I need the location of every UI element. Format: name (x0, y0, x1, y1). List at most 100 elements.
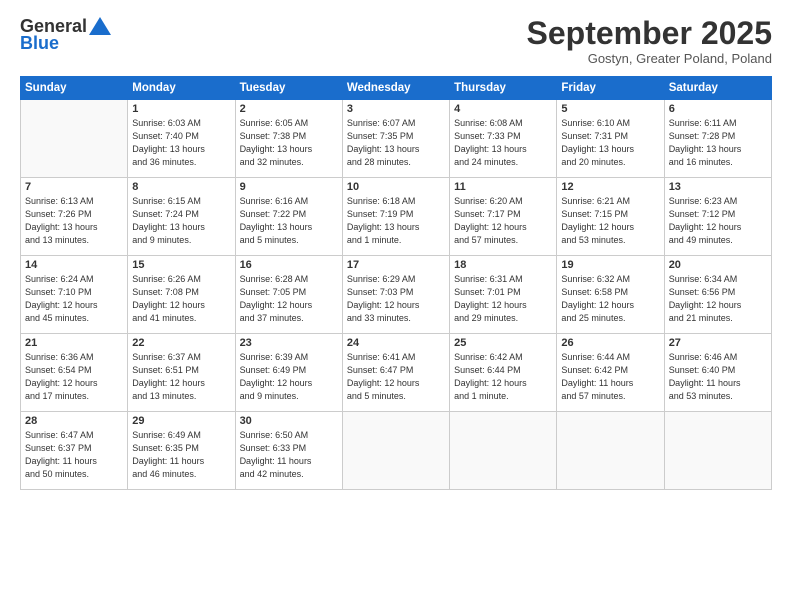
calendar-cell: 3Sunrise: 6:07 AMSunset: 7:35 PMDaylight… (342, 100, 449, 178)
day-number: 19 (561, 259, 659, 271)
calendar-cell: 9 Sunrise: 6:16 AMSunset: 7:22 PMDaylight… (235, 178, 342, 256)
logo-blue-text: Blue (20, 33, 59, 54)
calendar-cell: 7 Sunrise: 6:13 AMSunset: 7:26 PMDaylight… (21, 178, 128, 256)
calendar-cell: 8 Sunrise: 6:15 AMSunset: 7:24 PMDaylight… (128, 178, 235, 256)
day-number: 25 (454, 337, 552, 349)
calendar-cell (342, 412, 449, 490)
calendar-header-sunday: Sunday (21, 77, 128, 100)
day-number: 23 (240, 337, 338, 349)
calendar-cell: 20 Sunrise: 6:34 AMSunset: 6:56 PMDayligh… (664, 256, 771, 334)
day-info: Sunrise: 6:46 AMSunset: 6:40 PMDaylight:… (669, 351, 767, 403)
day-info: Sunrise: 6:50 AMSunset: 6:33 PMDaylight:… (240, 429, 338, 481)
day-number: 13 (669, 181, 767, 193)
day-info: Sunrise: 6:08 AMSunset: 7:33 PMDaylight:… (454, 117, 552, 169)
title-block: September 2025 Gostyn, Greater Poland, P… (527, 16, 772, 66)
day-number: 17 (347, 259, 445, 271)
calendar-cell: 16 Sunrise: 6:28 AMSunset: 7:05 PMDayligh… (235, 256, 342, 334)
day-info: Sunrise: 6:16 AMSunset: 7:22 PMDaylight:… (240, 195, 338, 247)
calendar-cell: 2 Sunrise: 6:05 AMSunset: 7:38 PMDaylight… (235, 100, 342, 178)
day-info: Sunrise: 6:47 AMSunset: 6:37 PMDaylight:… (25, 429, 123, 481)
day-info: Sunrise: 6:21 AMSunset: 7:15 PMDaylight:… (561, 195, 659, 247)
calendar-week-row: 28 Sunrise: 6:47 AMSunset: 6:37 PMDayligh… (21, 412, 772, 490)
day-info: Sunrise: 6:11 AMSunset: 7:28 PMDaylight:… (669, 117, 767, 169)
calendar-cell (664, 412, 771, 490)
calendar-cell: 27Sunrise: 6:46 AMSunset: 6:40 PMDayligh… (664, 334, 771, 412)
day-number: 18 (454, 259, 552, 271)
day-number: 22 (132, 337, 230, 349)
day-number: 26 (561, 337, 659, 349)
day-info: Sunrise: 6:13 AMSunset: 7:26 PMDaylight:… (25, 195, 123, 247)
day-info: Sunrise: 6:24 AMSunset: 7:10 PMDaylight:… (25, 273, 123, 325)
calendar-cell: 21 Sunrise: 6:36 AMSunset: 6:54 PMDayligh… (21, 334, 128, 412)
day-info: Sunrise: 6:37 AMSunset: 6:51 PMDaylight:… (132, 351, 230, 403)
calendar-header-monday: Monday (128, 77, 235, 100)
calendar-header-saturday: Saturday (664, 77, 771, 100)
calendar-cell (557, 412, 664, 490)
day-number: 9 (240, 181, 338, 193)
day-info: Sunrise: 6:05 AMSunset: 7:38 PMDaylight:… (240, 117, 338, 169)
calendar-cell (450, 412, 557, 490)
calendar-cell: 22 Sunrise: 6:37 AMSunset: 6:51 PMDayligh… (128, 334, 235, 412)
day-number: 24 (347, 337, 445, 349)
day-number: 14 (25, 259, 123, 271)
day-info: Sunrise: 6:29 AMSunset: 7:03 PMDaylight:… (347, 273, 445, 325)
day-info: Sunrise: 6:31 AMSunset: 7:01 PMDaylight:… (454, 273, 552, 325)
day-info: Sunrise: 6:41 AMSunset: 6:47 PMDaylight:… (347, 351, 445, 403)
calendar-cell: 11 Sunrise: 6:20 AMSunset: 7:17 PMDayligh… (450, 178, 557, 256)
day-info: Sunrise: 6:39 AMSunset: 6:49 PMDaylight:… (240, 351, 338, 403)
day-number: 2 (240, 103, 338, 115)
day-info: Sunrise: 6:26 AMSunset: 7:08 PMDaylight:… (132, 273, 230, 325)
day-number: 21 (25, 337, 123, 349)
calendar-cell: 25Sunrise: 6:42 AMSunset: 6:44 PMDayligh… (450, 334, 557, 412)
calendar-week-row: 1Sunrise: 6:03 AMSunset: 7:40 PMDaylight… (21, 100, 772, 178)
day-info: Sunrise: 6:36 AMSunset: 6:54 PMDaylight:… (25, 351, 123, 403)
day-number: 11 (454, 181, 552, 193)
calendar-cell: 24 Sunrise: 6:41 AMSunset: 6:47 PMDayligh… (342, 334, 449, 412)
calendar-cell: 17 Sunrise: 6:29 AMSunset: 7:03 PMDayligh… (342, 256, 449, 334)
day-info: Sunrise: 6:32 AMSunset: 6:58 PMDaylight:… (561, 273, 659, 325)
calendar-header-tuesday: Tuesday (235, 77, 342, 100)
calendar-cell: 12 Sunrise: 6:21 AMSunset: 7:15 PMDayligh… (557, 178, 664, 256)
calendar-header-thursday: Thursday (450, 77, 557, 100)
day-info: Sunrise: 6:28 AMSunset: 7:05 PMDaylight:… (240, 273, 338, 325)
day-info: Sunrise: 6:15 AMSunset: 7:24 PMDaylight:… (132, 195, 230, 247)
day-number: 16 (240, 259, 338, 271)
month-title: September 2025 (527, 16, 772, 51)
calendar-cell: 13 Sunrise: 6:23 AMSunset: 7:12 PMDayligh… (664, 178, 771, 256)
day-info: Sunrise: 6:20 AMSunset: 7:17 PMDaylight:… (454, 195, 552, 247)
calendar-cell: 28 Sunrise: 6:47 AMSunset: 6:37 PMDayligh… (21, 412, 128, 490)
calendar-cell: 15 Sunrise: 6:26 AMSunset: 7:08 PMDayligh… (128, 256, 235, 334)
calendar-week-row: 7 Sunrise: 6:13 AMSunset: 7:26 PMDaylight… (21, 178, 772, 256)
day-info: Sunrise: 6:07 AMSunset: 7:35 PMDaylight:… (347, 117, 445, 169)
day-number: 5 (561, 103, 659, 115)
day-number: 29 (132, 415, 230, 427)
calendar-cell (21, 100, 128, 178)
day-number: 28 (25, 415, 123, 427)
day-number: 15 (132, 259, 230, 271)
calendar-cell: 14 Sunrise: 6:24 AMSunset: 7:10 PMDayligh… (21, 256, 128, 334)
location: Gostyn, Greater Poland, Poland (527, 51, 772, 66)
calendar-cell: 19 Sunrise: 6:32 AMSunset: 6:58 PMDayligh… (557, 256, 664, 334)
day-number: 7 (25, 181, 123, 193)
day-info: Sunrise: 6:44 AMSunset: 6:42 PMDaylight:… (561, 351, 659, 403)
calendar-cell: 23 Sunrise: 6:39 AMSunset: 6:49 PMDayligh… (235, 334, 342, 412)
calendar-cell: 30Sunrise: 6:50 AMSunset: 6:33 PMDayligh… (235, 412, 342, 490)
day-number: 1 (132, 103, 230, 115)
logo: General Blue (20, 16, 111, 54)
calendar-table: SundayMondayTuesdayWednesdayThursdayFrid… (20, 76, 772, 490)
day-info: Sunrise: 6:49 AMSunset: 6:35 PMDaylight:… (132, 429, 230, 481)
day-info: Sunrise: 6:34 AMSunset: 6:56 PMDaylight:… (669, 273, 767, 325)
day-number: 20 (669, 259, 767, 271)
calendar-week-row: 21 Sunrise: 6:36 AMSunset: 6:54 PMDayligh… (21, 334, 772, 412)
calendar-cell: 26 Sunrise: 6:44 AMSunset: 6:42 PMDayligh… (557, 334, 664, 412)
day-number: 8 (132, 181, 230, 193)
calendar-cell: 5 Sunrise: 6:10 AMSunset: 7:31 PMDaylight… (557, 100, 664, 178)
calendar-header-friday: Friday (557, 77, 664, 100)
day-info: Sunrise: 6:10 AMSunset: 7:31 PMDaylight:… (561, 117, 659, 169)
day-info: Sunrise: 6:23 AMSunset: 7:12 PMDaylight:… (669, 195, 767, 247)
calendar-header-wednesday: Wednesday (342, 77, 449, 100)
calendar-cell: 10Sunrise: 6:18 AMSunset: 7:19 PMDayligh… (342, 178, 449, 256)
day-number: 6 (669, 103, 767, 115)
day-number: 10 (347, 181, 445, 193)
day-number: 12 (561, 181, 659, 193)
